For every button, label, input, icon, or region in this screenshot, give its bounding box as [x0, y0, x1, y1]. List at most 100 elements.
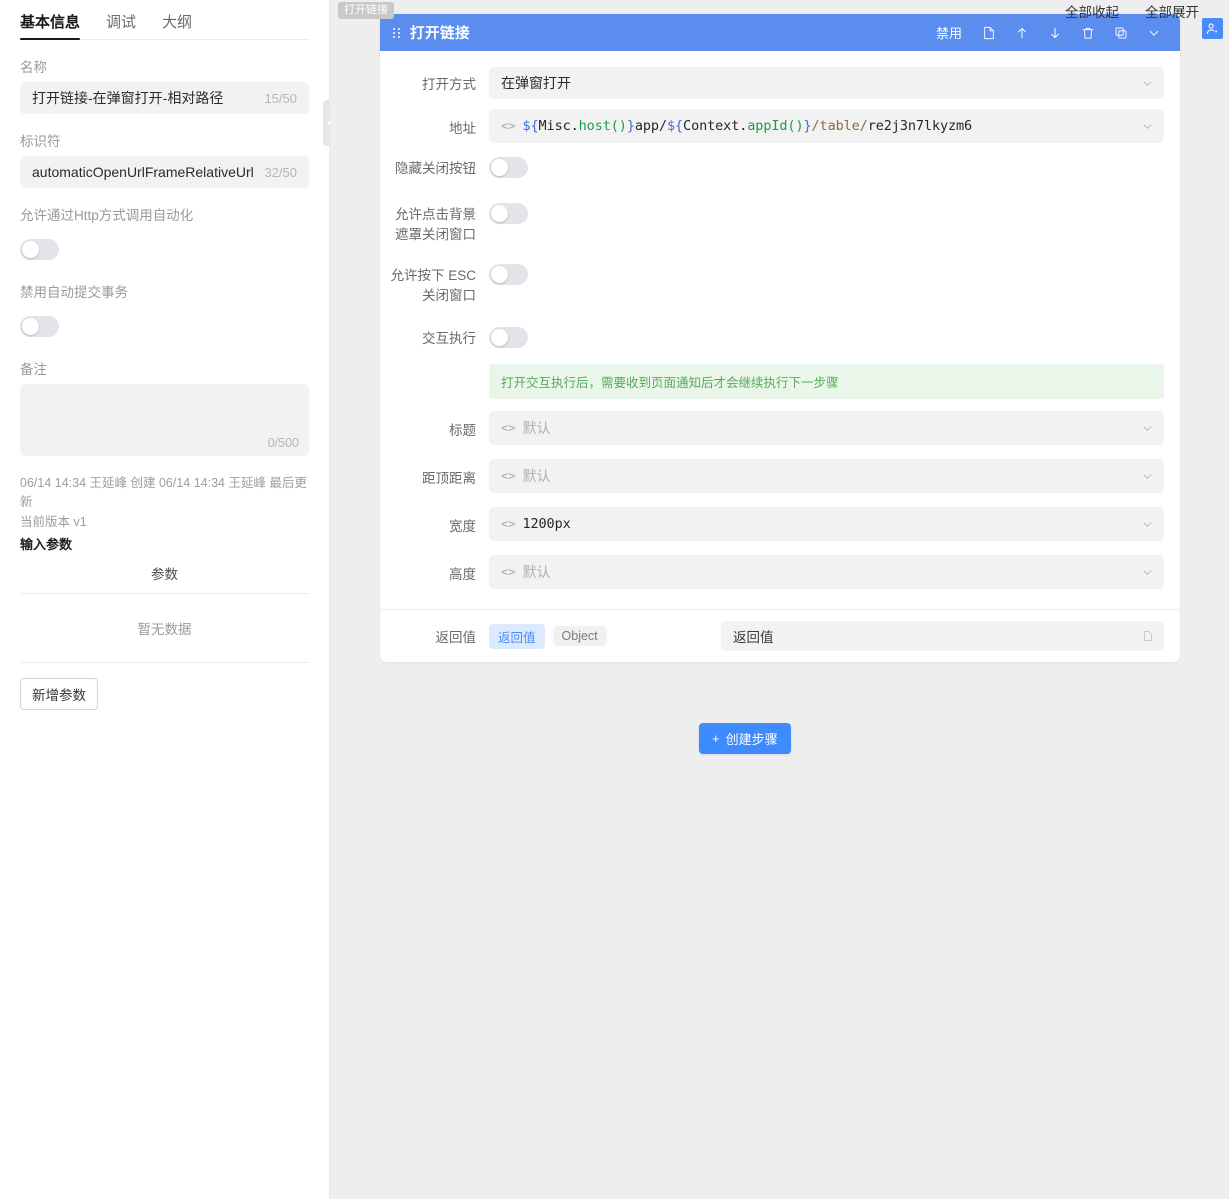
- tab-outline[interactable]: 大纲: [162, 15, 192, 39]
- chevron-down-icon: [1141, 422, 1154, 435]
- sidebar-tabs: 基本信息 调试 大纲: [20, 0, 309, 40]
- disable-button[interactable]: 禁用: [936, 23, 962, 42]
- esc-close-label-line1: 允许按下 ESC: [390, 268, 476, 284]
- drag-dots-icon[interactable]: [393, 27, 400, 38]
- title-input[interactable]: <> 默认: [489, 411, 1164, 446]
- identifier-input-value: automaticOpenUrlFrameRelativeUrl: [32, 164, 254, 180]
- mask-click-close-label: 允许点击背景 遮罩关闭窗口: [380, 203, 476, 244]
- field-row-address: 地址 <> ${Misc.host()}app/${Context.appId(…: [380, 109, 1164, 143]
- plus-icon: +: [712, 731, 720, 746]
- code-brackets-icon: <>: [501, 565, 516, 580]
- remark-counter: 0/500: [267, 436, 299, 450]
- height-label: 高度: [449, 567, 476, 583]
- chevron-down-icon: [1141, 120, 1154, 133]
- address-label: 地址: [449, 121, 476, 136]
- interactive-exec-label: 交互执行: [422, 331, 476, 347]
- esc-close-toggle[interactable]: [489, 264, 528, 286]
- add-param-button[interactable]: 新增参数: [20, 678, 98, 711]
- remark-textarea[interactable]: 0/500: [20, 384, 309, 456]
- title-label: 标题: [449, 423, 476, 439]
- address-input[interactable]: <> ${Misc.host()}app/${Context.appId()}/…: [489, 109, 1164, 143]
- name-input[interactable]: 打开链接-在弹窗打开-相对路径 15/50: [20, 82, 309, 114]
- title-placeholder: 默认: [522, 420, 551, 437]
- copy-icon[interactable]: [1142, 630, 1154, 642]
- hide-close-button-toggle[interactable]: [489, 157, 528, 178]
- collapse-all-button[interactable]: 全部收起: [1065, 1, 1119, 21]
- chevron-down-icon: [1141, 518, 1154, 531]
- record-meta-line2: 当前版本 v1: [20, 514, 87, 529]
- hide-close-button-label: 隐藏关闭按钮: [395, 161, 476, 176]
- field-row-hide-close-button: 隐藏关闭按钮: [380, 157, 1164, 183]
- identifier-input-counter: 32/50: [264, 164, 297, 180]
- return-value-input-value: 返回值: [733, 630, 774, 646]
- note-icon[interactable]: [972, 16, 1005, 49]
- code-brackets-icon: <>: [501, 119, 516, 133]
- user-add-icon[interactable]: [1202, 18, 1223, 39]
- http-toggle-label: 允许通过Http方式调用自动化: [20, 208, 194, 223]
- node-tag: 打开链接: [338, 2, 394, 20]
- app-root: 基本信息 调试 大纲 名称 打开链接-在弹窗打开-相对路径 15/50 标识符 …: [0, 0, 1229, 1199]
- code-brackets-icon: <>: [501, 469, 516, 484]
- return-value-chip[interactable]: 返回值: [489, 623, 545, 649]
- address-value: ${Misc.host()}app/${Context.appId()}/tab…: [522, 118, 973, 134]
- step-card-title: 打开链接: [410, 26, 470, 42]
- remark-field-label: 备注: [20, 362, 47, 377]
- top-distance-input[interactable]: <> 默认: [489, 459, 1164, 494]
- interactive-exec-toggle[interactable]: [489, 327, 528, 349]
- top-distance-label: 距顶距离: [422, 471, 476, 487]
- mask-click-close-toggle[interactable]: [489, 203, 528, 224]
- input-params-empty: 暂无数据: [20, 594, 309, 664]
- input-params-column-header: 参数: [20, 553, 309, 595]
- return-value-label: 返回值: [435, 630, 477, 646]
- canvas-area: 全部收起 全部展开 打开链接 打开链接 禁用 打开方式 在弹窗打开 地址 <> …: [330, 0, 1229, 1199]
- identifier-field-label: 标识符: [20, 134, 61, 149]
- height-placeholder: 默认: [522, 564, 551, 581]
- open-mode-label: 打开方式: [422, 77, 476, 92]
- open-mode-value: 在弹窗打开: [501, 75, 571, 91]
- top-distance-placeholder: 默认: [522, 468, 551, 485]
- field-row-width: 宽度 <> 1200px: [380, 507, 1164, 542]
- chevron-down-icon: [1141, 470, 1154, 483]
- name-input-value: 打开链接-在弹窗打开-相对路径: [32, 90, 224, 106]
- identifier-input[interactable]: automaticOpenUrlFrameRelativeUrl 32/50: [20, 156, 309, 188]
- field-row-top-distance: 距顶距离 <> 默认: [380, 459, 1164, 494]
- name-input-counter: 15/50: [264, 90, 297, 106]
- step-card-body: 打开方式 在弹窗打开 地址 <> ${Misc.host()}app/${Con…: [380, 51, 1180, 609]
- disable-auto-commit-label: 禁用自动提交事务: [20, 285, 128, 300]
- mask-click-close-label-line1: 允许点击背景: [395, 207, 476, 222]
- step-card: 打开链接 禁用 打开方式 在弹窗打开 地址 <> ${Misc.host()}a…: [380, 14, 1180, 663]
- field-row-height: 高度 <> 默认: [380, 555, 1164, 590]
- input-params-title: 输入参数: [20, 537, 73, 553]
- esc-close-label: 允许按下 ESC 关闭窗口: [380, 264, 476, 305]
- step-card-footer: 返回值 返回值 Object 返回值: [380, 609, 1180, 663]
- disable-auto-commit-toggle[interactable]: [20, 316, 59, 337]
- field-row-mask-click-close: 允许点击背景 遮罩关闭窗口: [380, 203, 1164, 244]
- width-label: 宽度: [449, 519, 476, 535]
- http-toggle[interactable]: [20, 239, 59, 260]
- width-value: 1200px: [522, 516, 571, 533]
- left-sidebar: 基本信息 调试 大纲 名称 打开链接-在弹窗打开-相对路径 15/50 标识符 …: [0, 0, 336, 1199]
- esc-close-label-line2: 关闭窗口: [422, 287, 476, 303]
- return-value-input[interactable]: 返回值: [721, 621, 1164, 652]
- tab-basic-info[interactable]: 基本信息: [20, 15, 81, 40]
- interactive-exec-hint: 打开交互执行后，需要收到页面通知后才会继续执行下一步骤: [489, 364, 1164, 400]
- field-row-title: 标题 <> 默认: [380, 411, 1164, 446]
- arrow-up-icon[interactable]: [1005, 16, 1038, 49]
- chevron-down-icon: [1141, 566, 1154, 579]
- create-step-label: 创建步骤: [725, 732, 778, 747]
- create-step-button[interactable]: + 创建步骤: [699, 723, 791, 754]
- chevron-down-icon: [1141, 77, 1154, 90]
- field-row-interactive-exec: 交互执行 打开交互执行后，需要收到页面通知后才会继续执行下一步骤: [380, 327, 1164, 400]
- code-brackets-icon: <>: [501, 421, 516, 436]
- return-type-chip[interactable]: Object: [552, 626, 607, 647]
- open-mode-select[interactable]: 在弹窗打开: [489, 67, 1164, 99]
- height-input[interactable]: <> 默认: [489, 555, 1164, 590]
- tab-debug[interactable]: 调试: [106, 15, 136, 39]
- expand-all-button[interactable]: 全部展开: [1145, 1, 1199, 21]
- name-field-label: 名称: [20, 60, 47, 75]
- width-input[interactable]: <> 1200px: [489, 507, 1164, 542]
- step-card-header: 打开链接 禁用: [380, 14, 1180, 51]
- record-meta-line1: 06/14 14:34 王延峰 创建 06/14 14:34 王延峰 最后更新: [20, 476, 307, 510]
- record-meta: 06/14 14:34 王延峰 创建 06/14 14:34 王延峰 最后更新 …: [20, 474, 309, 532]
- mask-click-close-label-line2: 遮罩关闭窗口: [395, 226, 476, 242]
